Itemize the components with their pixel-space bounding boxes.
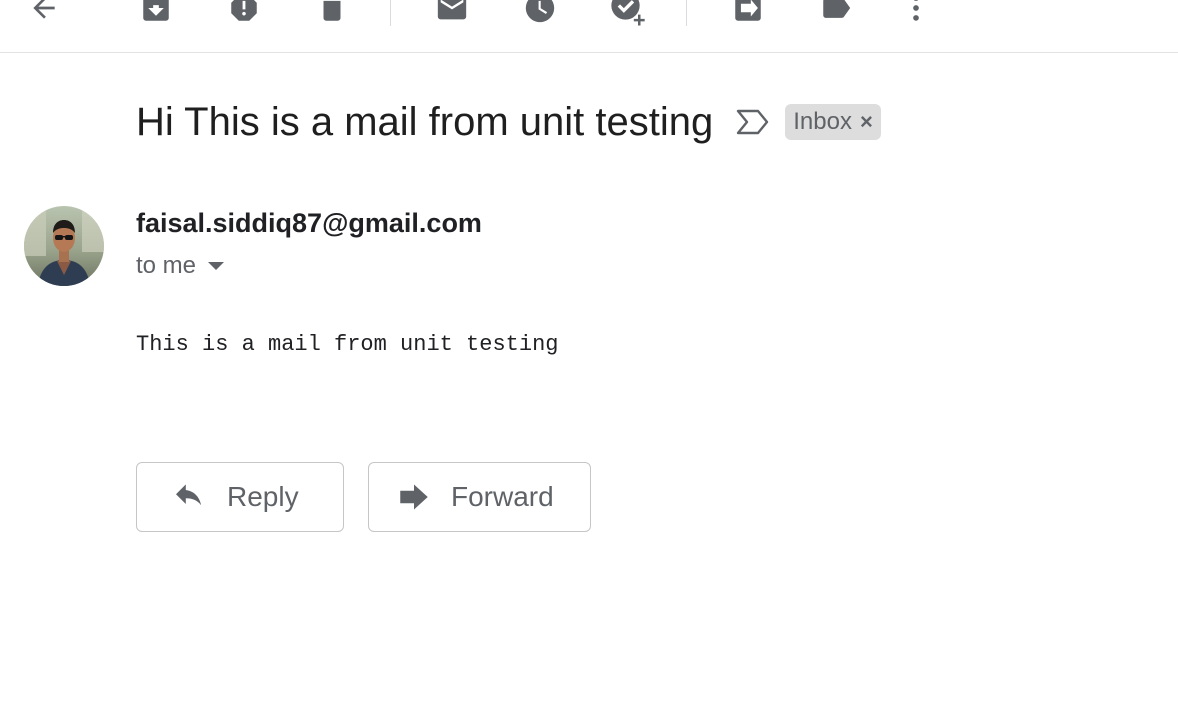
more-options-icon[interactable]	[896, 0, 936, 28]
reply-button-label: Reply	[227, 481, 299, 512]
importance-marker-icon[interactable]	[735, 107, 771, 137]
move-to-icon[interactable]	[728, 0, 768, 28]
avatar[interactable]	[24, 206, 104, 286]
forward-button-label: Forward	[451, 481, 554, 512]
forward-icon	[397, 482, 431, 512]
toolbar-divider	[686, 0, 687, 26]
message-toolbar	[0, 0, 1178, 53]
sender-email: faisal.siddiq87@gmail.com	[136, 208, 482, 238]
label-chip-text: Inbox	[793, 108, 852, 135]
mark-unread-icon[interactable]	[432, 0, 472, 28]
inbox-label-chip: Inbox ×	[785, 104, 881, 140]
toolbar-divider	[390, 0, 391, 26]
reply-icon	[173, 482, 207, 512]
add-to-tasks-icon[interactable]	[608, 0, 648, 28]
remove-label-icon[interactable]: ×	[860, 109, 873, 135]
email-body: This is a mail from unit testing	[136, 332, 559, 357]
report-spam-icon[interactable]	[224, 0, 264, 28]
chevron-down-icon[interactable]	[208, 262, 225, 270]
subject-row: Hi This is a mail from unit testing Inbo…	[136, 96, 881, 148]
delete-icon[interactable]	[312, 0, 352, 28]
snooze-icon[interactable]	[520, 0, 560, 28]
email-subject: Hi This is a mail from unit testing	[136, 99, 714, 144]
labels-icon[interactable]	[816, 0, 856, 28]
back-arrow-icon[interactable]	[24, 0, 64, 28]
reply-button[interactable]: Reply	[136, 462, 344, 532]
recipient-label: to me	[136, 252, 197, 279]
archive-icon[interactable]	[136, 0, 176, 28]
forward-button[interactable]: Forward	[368, 462, 591, 532]
recipient-details-toggle[interactable]: to me	[136, 252, 225, 280]
